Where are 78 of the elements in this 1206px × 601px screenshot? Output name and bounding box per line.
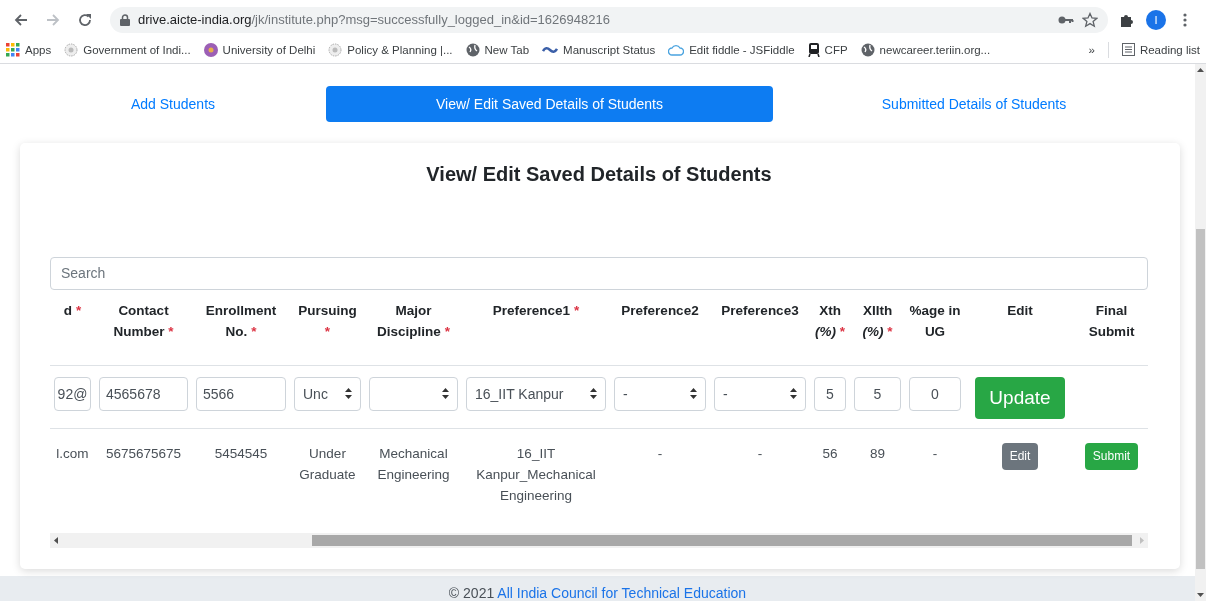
bookmark[interactable]: Policy & Planning |...: [328, 42, 453, 57]
copyright-text: © 2021: [448, 585, 495, 601]
caret-icon: [590, 388, 597, 400]
table-cell: 56: [822, 445, 838, 461]
page-title: View/ Edit Saved Details of Students: [425, 162, 773, 187]
dropdown[interactable]: Unc: [294, 376, 361, 411]
tab[interactable]: Submitted Details of Students: [773, 86, 1175, 122]
bookmark[interactable]: Manuscript Status: [542, 43, 656, 56]
dropdown[interactable]: -: [714, 376, 806, 411]
back-icon[interactable]: [13, 11, 29, 28]
bookmark[interactable]: Edit fiddle - JSFiddle: [668, 43, 795, 56]
bookmark[interactable]: University of Delhi: [203, 42, 316, 57]
tab[interactable]: Add Students: [20, 86, 326, 122]
caret-icon: [790, 388, 797, 400]
column-header: %age in UG: [905, 289, 965, 366]
caret-icon: [345, 388, 352, 400]
table-cell: 5454545: [214, 445, 268, 461]
globe-icon: [465, 42, 480, 57]
reading-list-button[interactable]: Reading list: [1121, 43, 1200, 56]
table-cell: Under Graduate: [299, 445, 356, 482]
input-field[interactable]: 92@: [54, 376, 91, 411]
caret-icon: [442, 388, 449, 400]
bookmark[interactable]: CFP: [807, 42, 848, 57]
train-icon: [807, 42, 820, 57]
column-header: d *: [50, 289, 95, 366]
bookmarks-overflow[interactable]: »: [1088, 43, 1095, 56]
column-header: Enrollment No. *: [192, 289, 290, 366]
column-header: Edit: [965, 289, 1075, 366]
table-cell: -: [657, 445, 663, 461]
column-header: Xth (%) *: [810, 289, 850, 366]
input-field[interactable]: 5566: [196, 376, 286, 411]
column-header: XIIth (%) *: [850, 289, 905, 366]
badge-icon: [203, 42, 218, 57]
table-cell: -: [757, 445, 763, 461]
vertical-scrollbar[interactable]: [1195, 64, 1206, 601]
table-cell: -: [932, 445, 938, 461]
column-header: Major Discipline *: [365, 289, 462, 366]
input-field[interactable]: 4565678: [99, 376, 188, 411]
lock-icon: [120, 13, 130, 26]
wave-icon: [542, 44, 559, 55]
caret-icon: [690, 388, 697, 400]
bookmark[interactable]: Government of Indi...: [64, 42, 191, 57]
footer-link[interactable]: All India Council for Technical Education: [497, 585, 747, 601]
profile-avatar[interactable]: I: [1146, 9, 1166, 30]
tab[interactable]: View/ Edit Saved Details of Students: [326, 86, 773, 122]
seal-icon: [328, 42, 343, 57]
horizontal-scrollbar[interactable]: [50, 532, 1148, 548]
input-field[interactable]: 5: [854, 376, 901, 411]
list-icon: [1121, 43, 1135, 56]
column-header: Preference2: [610, 289, 710, 366]
url-text: drive.aicte-india.org/jk/institute.php?msg=successfully_logged_in&id=1626948216: [138, 12, 611, 27]
seal-icon: [64, 42, 79, 57]
table-cell: Mechanical Engineering: [377, 445, 450, 482]
column-header: Preference1 *: [462, 289, 610, 366]
edit-button[interactable]: Edit: [1001, 442, 1039, 470]
cloud-icon: [668, 43, 685, 56]
input-field[interactable]: 0: [909, 376, 961, 411]
bookmark[interactable]: newcareer.teriin.org...: [860, 42, 991, 57]
star-icon[interactable]: [1082, 11, 1098, 28]
column-header: Contact Number *: [95, 289, 192, 366]
table-cell: 16_IIT Kanpur_Mechanical Engineering: [476, 445, 596, 503]
column-header: Preference3: [710, 289, 810, 366]
table-cell: 89: [870, 445, 885, 461]
column-header: Final Submit: [1075, 289, 1148, 366]
globe-icon: [860, 42, 875, 57]
apps-icon: [6, 42, 20, 57]
key-icon[interactable]: [1058, 14, 1074, 25]
address-bar[interactable]: drive.aicte-india.org/jk/institute.php?msg=successfully_logged_in&id=1626948216: [110, 6, 1108, 33]
reload-icon[interactable]: [77, 11, 93, 28]
input-field[interactable]: 5: [814, 376, 846, 411]
table-cell: l.com: [56, 445, 89, 461]
search-field[interactable]: Search: [50, 256, 1148, 290]
column-header: Pursuing *: [290, 289, 365, 366]
bookmark[interactable]: New Tab: [465, 42, 530, 57]
table-cell: 5675675675: [105, 445, 182, 461]
dropdown[interactable]: 16_IIT Kanpur: [466, 376, 606, 411]
dropdown[interactable]: -: [614, 376, 706, 411]
bookmark[interactable]: Apps: [6, 42, 52, 57]
